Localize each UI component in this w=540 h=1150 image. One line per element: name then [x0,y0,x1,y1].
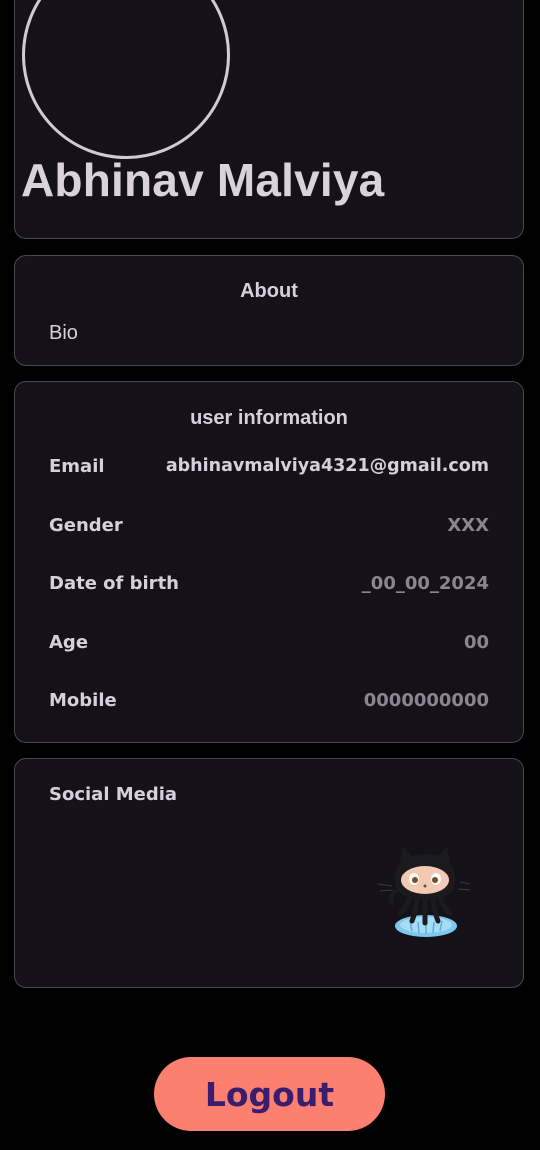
avatar-circle [22,0,230,159]
age-label: Age [49,632,89,653]
about-card: About Bio [14,255,524,366]
date-of-birth-value: _00_00_2024 [361,573,489,594]
about-title: About [240,280,298,302]
avatar[interactable] [15,0,245,166]
mobile-value: 0000000000 [363,690,489,711]
email-label: Email [49,456,105,477]
github-link[interactable] [370,839,471,939]
logout-button[interactable]: Logout [154,1057,385,1131]
bio-text: Bio [49,322,78,344]
social-media-card: Social Media [14,758,524,988]
social-media-title: Social Media [49,784,178,805]
info-row-mobile: Mobile 0000000000 [49,690,489,716]
user-information-title: user information [190,407,348,429]
github-octocat-icon [377,847,471,937]
info-row-age: Age 00 [49,632,489,658]
gender-label: Gender [49,515,123,536]
profile-name: Abhinav Malviya [21,154,385,206]
info-row-gender: Gender XXX [49,515,489,541]
mobile-label: Mobile [49,690,117,711]
email-value: abhinavmalviya4321@gmail.com [165,456,489,476]
date-of-birth-label: Date of birth [49,573,179,594]
profile-card: Abhinav Malviya [14,0,524,239]
info-row-email: Email abhinavmalviya4321@gmail.com [49,456,489,482]
gender-value: XXX [447,515,489,536]
user-information-card: user information Email abhinavmalviya432… [14,381,524,743]
info-row-date-of-birth: Date of birth _00_00_2024 [49,573,489,599]
age-value: 00 [463,632,489,653]
